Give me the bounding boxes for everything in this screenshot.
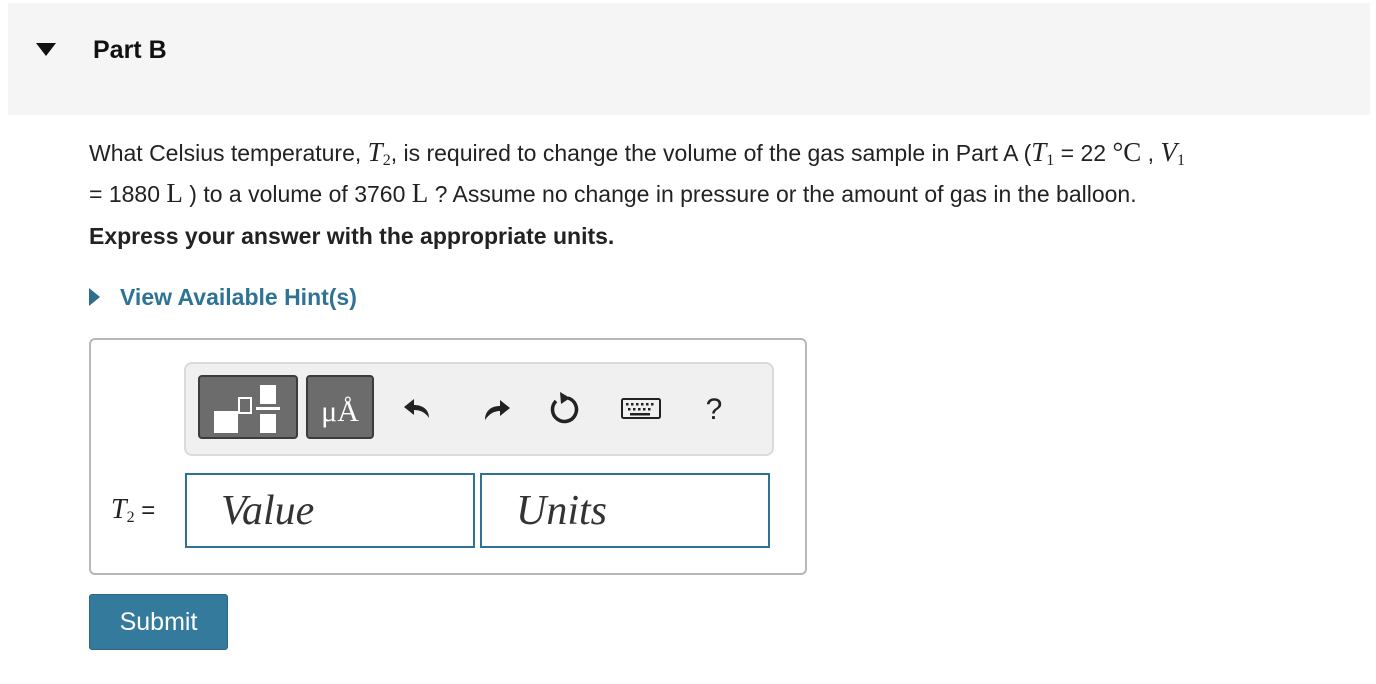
redo-icon[interactable] bbox=[478, 390, 514, 426]
view-hints-link[interactable]: View Available Hint(s) bbox=[89, 282, 357, 312]
value-input[interactable] bbox=[185, 473, 475, 548]
v1-unit: L bbox=[166, 178, 183, 208]
submit-button[interactable]: Submit bbox=[89, 594, 228, 650]
part-header: Part B bbox=[8, 3, 1370, 115]
templates-icon[interactable] bbox=[198, 375, 298, 439]
question-text: What Celsius temperature, T2, is require… bbox=[89, 136, 1359, 210]
math-toolbar: μÅ ? bbox=[184, 362, 774, 456]
units-icon[interactable]: μÅ bbox=[306, 375, 374, 439]
hint-expand-icon[interactable] bbox=[89, 288, 100, 306]
t1-unit: °C bbox=[1112, 137, 1142, 167]
question-text-3: ) to a volume of 3760 bbox=[182, 181, 412, 207]
t2-variable: T2 bbox=[367, 137, 391, 169]
reset-icon[interactable] bbox=[546, 390, 582, 426]
v2-unit: L bbox=[411, 178, 429, 208]
answer-instruction: Express your answer with the appropriate… bbox=[89, 223, 615, 249]
question-text-2: , is required to change the volume of th… bbox=[390, 140, 1032, 166]
hint-label[interactable]: View Available Hint(s) bbox=[120, 284, 357, 311]
keyboard-icon[interactable] bbox=[620, 390, 662, 426]
t1-variable: T1 bbox=[1031, 137, 1055, 169]
answer-variable-label: T2 = bbox=[111, 494, 156, 526]
part-title: Part B bbox=[93, 36, 167, 64]
v1-variable: V1 bbox=[1160, 137, 1185, 169]
collapse-arrow-icon[interactable] bbox=[36, 43, 56, 56]
v1-equals: = 1880 bbox=[89, 181, 167, 207]
question-comma: , bbox=[1141, 140, 1161, 166]
units-input[interactable] bbox=[480, 473, 770, 548]
question-text-4: ? Assume no change in pressure or the am… bbox=[428, 181, 1137, 207]
help-icon[interactable]: ? bbox=[694, 390, 734, 430]
answer-box: μÅ ? T2 = bbox=[89, 338, 807, 575]
t1-equals: = 22 bbox=[1054, 140, 1113, 166]
undo-icon[interactable] bbox=[400, 390, 436, 426]
question-text-1: What Celsius temperature, bbox=[89, 140, 368, 166]
